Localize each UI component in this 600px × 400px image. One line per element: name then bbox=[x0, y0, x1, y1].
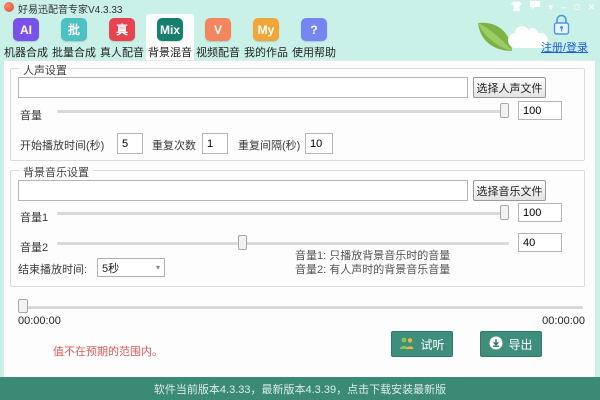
tab-batch-synthesis[interactable]: 批 批量合成 bbox=[50, 14, 98, 60]
tab-help-icon: ? bbox=[301, 18, 327, 41]
tab-my-works[interactable]: My 我的作品 bbox=[242, 14, 290, 60]
tab-video-dubbing[interactable]: V 视频配音 bbox=[194, 14, 242, 60]
tab-video-dubbing-icon: V bbox=[205, 18, 231, 41]
lock-icon bbox=[553, 14, 570, 41]
playback-progress-slider[interactable] bbox=[18, 299, 583, 315]
tab-my-works-icon: My bbox=[253, 18, 279, 41]
tab-label: 背景混音 bbox=[148, 44, 192, 60]
tabbar: AI 机器合成 批 批量合成 真 真人配音 Mix 背景混音 V 视频配音 My… bbox=[2, 14, 338, 60]
music-volume1-input[interactable] bbox=[518, 203, 562, 222]
titlebar: 好易迅配音专家V4.3.33 ▾ – □ ✕ bbox=[0, 0, 600, 14]
preview-people-icon bbox=[399, 337, 415, 352]
voice-group-title: 人声设置 bbox=[19, 62, 71, 78]
tab-machine-synthesis[interactable]: AI 机器合成 bbox=[2, 14, 50, 60]
music-volume1-label: 音量1 bbox=[20, 209, 48, 225]
tab-machine-synthesis-icon: AI bbox=[13, 18, 39, 41]
music-volume1-slider[interactable] bbox=[57, 205, 509, 221]
app-window: 好易迅配音专家V4.3.33 ▾ – □ ✕ AI 机器合成 批 批量合成 真 … bbox=[0, 0, 600, 400]
tab-label: 批量合成 bbox=[52, 44, 96, 60]
tab-background-mix-icon: Mix bbox=[157, 18, 183, 41]
app-icon bbox=[4, 2, 14, 12]
voice-volume-label: 音量 bbox=[20, 107, 42, 123]
close-button[interactable]: ✕ bbox=[587, 1, 595, 13]
slider-thumb[interactable] bbox=[238, 235, 247, 250]
slider-thumb[interactable] bbox=[500, 103, 509, 118]
preview-button[interactable]: 试听 bbox=[391, 331, 453, 357]
export-button-label: 导出 bbox=[508, 336, 532, 353]
choose-voice-file-button[interactable]: 选择人声文件 bbox=[473, 77, 546, 98]
repeat-interval-input[interactable] bbox=[305, 133, 333, 154]
maximize-button[interactable]: □ bbox=[574, 1, 579, 13]
tab-label: 真人配音 bbox=[100, 44, 144, 60]
tab-label: 机器合成 bbox=[4, 44, 48, 60]
repeat-interval-label: 重复间隔(秒) bbox=[238, 137, 300, 153]
tab-batch-synthesis-icon: 批 bbox=[61, 18, 87, 41]
voice-volume-input[interactable] bbox=[518, 101, 562, 120]
message-icon[interactable] bbox=[530, 1, 540, 13]
slider-track bbox=[18, 306, 583, 309]
tab-human-dubbing-icon: 真 bbox=[109, 18, 135, 41]
status-bar[interactable]: 软件当前版本4.3.33，最新版本4.3.39，点击下载安装最新版 bbox=[0, 377, 600, 400]
chevron-down-icon: ▾ bbox=[156, 263, 160, 272]
export-button[interactable]: 导出 bbox=[480, 331, 542, 357]
end-time-value: 5秒 bbox=[102, 260, 119, 276]
tab-background-mix[interactable]: Mix 背景混音 bbox=[146, 14, 194, 60]
music-volume2-input[interactable] bbox=[518, 233, 562, 252]
skin-icon[interactable] bbox=[511, 1, 522, 14]
start-time-input[interactable] bbox=[117, 133, 143, 154]
error-message: 值不在预期的范围内。 bbox=[53, 343, 163, 359]
end-time-label: 结束播放时间: bbox=[18, 261, 87, 277]
current-time: 00:00:00 bbox=[18, 315, 61, 327]
voice-volume-slider[interactable] bbox=[57, 103, 509, 119]
voice-file-input[interactable] bbox=[18, 77, 468, 98]
music-file-input[interactable] bbox=[18, 180, 468, 201]
end-time-dropdown[interactable]: 5秒 ▾ bbox=[97, 258, 165, 277]
slider-track bbox=[57, 212, 509, 215]
tab-label: 我的作品 bbox=[244, 44, 288, 60]
slider-track bbox=[57, 242, 509, 245]
start-time-label: 开始播放时间(秒) bbox=[20, 137, 104, 153]
volume2-note: 音量2: 有人声时的背景音乐音量 bbox=[295, 263, 450, 277]
total-time: 00:00:00 bbox=[535, 315, 585, 327]
version-status-text: 软件当前版本4.3.33，最新版本4.3.39，点击下载安装最新版 bbox=[154, 381, 446, 397]
tab-help[interactable]: ? 使用帮助 bbox=[290, 14, 338, 60]
volume1-note: 音量1: 只播放背景音乐时的音量 bbox=[295, 249, 450, 263]
slider-track bbox=[57, 110, 509, 113]
choose-music-file-button[interactable]: 选择音乐文件 bbox=[473, 180, 546, 201]
register-login-link[interactable]: 注册/登录 bbox=[541, 39, 588, 55]
menu-caret-icon[interactable]: ▾ bbox=[548, 1, 553, 13]
export-download-icon bbox=[489, 336, 503, 353]
repeat-count-input[interactable] bbox=[202, 133, 228, 154]
preview-button-label: 试听 bbox=[420, 336, 444, 353]
slider-thumb[interactable] bbox=[500, 205, 509, 220]
tab-label: 使用帮助 bbox=[292, 44, 336, 60]
tab-human-dubbing[interactable]: 真 真人配音 bbox=[98, 14, 146, 60]
repeat-count-label: 重复次数 bbox=[152, 137, 196, 153]
volume-notes: 音量1: 只播放背景音乐时的音量 音量2: 有人声时的背景音乐音量 bbox=[295, 249, 450, 277]
music-group-title: 背景音乐设置 bbox=[19, 164, 93, 180]
music-volume2-label: 音量2 bbox=[20, 239, 48, 255]
tab-label: 视频配音 bbox=[196, 44, 240, 60]
slider-thumb[interactable] bbox=[18, 299, 28, 313]
minimize-button[interactable]: – bbox=[561, 1, 566, 13]
